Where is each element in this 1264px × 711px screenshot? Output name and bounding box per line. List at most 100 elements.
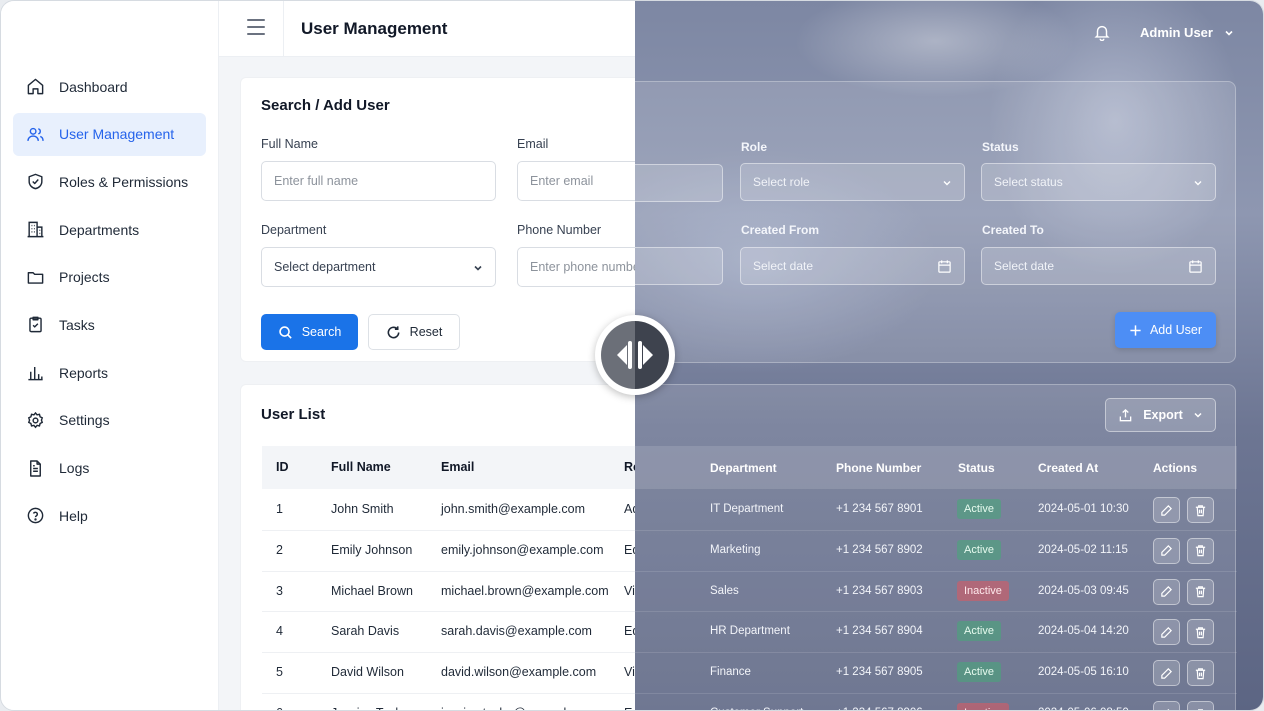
cell-created-at: 2024-05-05 16:10 xyxy=(1038,666,1129,679)
cell-id: 6 xyxy=(276,706,283,710)
column-header-email[interactable]: Email xyxy=(441,460,474,474)
cell-role: Viewer xyxy=(635,585,695,597)
reset-button[interactable]: Reset xyxy=(368,314,460,350)
cell-created-at: 2024-05-06 08:50 xyxy=(1038,707,1129,710)
cell-department: Customer Support xyxy=(710,707,803,710)
compare-slider-handle[interactable] xyxy=(595,315,675,395)
created-to-value: Select date xyxy=(994,259,1055,273)
cell-role-clip: Editor xyxy=(624,706,635,710)
sidebar-item-tasks[interactable]: Tasks xyxy=(13,303,206,346)
shield-icon xyxy=(28,174,43,190)
menu-toggle-icon[interactable] xyxy=(247,19,265,35)
sidebar-item-logs[interactable]: Logs xyxy=(13,447,206,490)
edit-button[interactable] xyxy=(1153,578,1180,605)
column-header-full-name[interactable]: Full Name xyxy=(331,460,391,474)
edit-button[interactable] xyxy=(1153,701,1180,710)
sidebar-item-reports[interactable]: Reports xyxy=(13,351,206,394)
column-header-created-at[interactable]: Created At xyxy=(1038,461,1098,475)
sidebar-item-label: Projects xyxy=(59,269,110,286)
delete-button[interactable] xyxy=(1187,537,1214,564)
cell-created-at: 2024-05-02 11:15 xyxy=(1038,543,1128,556)
email-input-dark[interactable] xyxy=(635,164,723,202)
trash-icon xyxy=(1195,545,1206,557)
sidebar-item-user-management[interactable]: User Management xyxy=(13,112,206,156)
email-label: Email xyxy=(517,137,549,151)
cell-role: Viewer xyxy=(624,665,635,680)
full-name-input[interactable] xyxy=(261,161,496,201)
status-select[interactable]: Select status xyxy=(981,163,1216,201)
edit-icon xyxy=(1161,667,1172,679)
column-header-id[interactable]: ID xyxy=(276,460,289,474)
department-select[interactable]: Select department xyxy=(261,247,496,287)
phone-input-dark[interactable] xyxy=(635,247,723,285)
cell-phone: +1 234 567 8906 xyxy=(836,707,923,710)
cell-role-clip-dark: Editor xyxy=(635,707,695,710)
cell-created-at: 2024-05-01 10:30 xyxy=(1038,503,1129,515)
status-badge: Active xyxy=(957,662,1001,683)
edit-button[interactable] xyxy=(1153,497,1180,523)
edit-button[interactable] xyxy=(1153,537,1180,564)
cell-role-clip-dark: Viewer xyxy=(635,666,695,682)
file-text-icon xyxy=(30,459,41,477)
sidebar-item-label: Tasks xyxy=(59,316,95,333)
bell-icon[interactable] xyxy=(1093,23,1111,41)
sidebar-item-label: Logs xyxy=(59,460,90,476)
column-header-status[interactable]: Status xyxy=(958,461,995,475)
status-label: Status xyxy=(982,140,1019,154)
sidebar-item-roles[interactable]: Roles & Permissions xyxy=(13,160,206,203)
role-select[interactable]: Select role xyxy=(740,163,965,201)
row-divider xyxy=(635,529,1237,531)
sidebar-item-help[interactable]: Help xyxy=(13,494,206,537)
cell-id: 1 xyxy=(276,502,283,516)
user-menu-name[interactable]: Admin User xyxy=(1140,25,1213,40)
edit-icon xyxy=(1166,708,1170,710)
edit-button[interactable] xyxy=(1153,660,1180,687)
chevron-down-icon xyxy=(1194,412,1202,418)
cell-full-name: Emily Johnson xyxy=(331,542,413,557)
column-header-phone[interactable]: Phone Number xyxy=(836,461,921,475)
sidebar-item-projects[interactable]: Projects xyxy=(13,256,206,299)
dark-theme-preview: Admin User Role Select role Status Selec… xyxy=(635,1,1263,710)
calendar-icon xyxy=(1189,260,1202,273)
delete-button[interactable] xyxy=(1187,619,1214,646)
cell-role-clip: Administrator xyxy=(624,502,635,518)
created-to-input[interactable]: Select date xyxy=(981,247,1216,285)
delete-button[interactable] xyxy=(1187,701,1214,710)
topbar-divider xyxy=(283,1,284,57)
user-list-title: User List xyxy=(261,406,326,423)
cell-created-at: 2024-05-04 14:20 xyxy=(1038,625,1129,638)
export-button[interactable]: Export xyxy=(1105,398,1216,432)
cell-email: emily.johnson@example.com xyxy=(441,542,604,557)
edit-icon xyxy=(1161,545,1172,557)
cell-role-clip-dark: Viewer xyxy=(635,585,695,601)
chevron-down-icon[interactable] xyxy=(1224,28,1234,38)
cell-role: Editor xyxy=(635,625,695,637)
role-select-value: Select role xyxy=(753,175,810,189)
clipboard-check-icon xyxy=(29,317,42,333)
edit-icon xyxy=(1161,626,1172,638)
cell-role-clip-dark: Administrator xyxy=(635,503,695,519)
full-name-label: Full Name xyxy=(261,137,318,151)
status-badge: Inactive xyxy=(957,703,1009,710)
sidebar-item-departments[interactable]: Departments xyxy=(13,208,206,251)
column-header-actions: Actions xyxy=(1153,461,1198,475)
cell-role: Viewer xyxy=(635,666,695,678)
delete-button[interactable] xyxy=(1187,660,1214,687)
sidebar-item-dashboard[interactable]: Dashboard xyxy=(13,65,206,108)
cell-id: 4 xyxy=(276,624,283,639)
cell-role-clip-dark: Editor xyxy=(635,544,695,560)
status-badge: Active xyxy=(957,499,1001,519)
row-divider xyxy=(635,611,1237,613)
cell-full-name: David Wilson xyxy=(331,665,404,680)
edit-button[interactable] xyxy=(1153,619,1180,646)
created-from-input[interactable]: Select date xyxy=(740,247,965,285)
sidebar-item-settings[interactable]: Settings xyxy=(13,399,206,442)
search-button[interactable]: Search xyxy=(261,314,358,350)
cell-role: Administrator xyxy=(635,503,695,515)
add-user-button[interactable]: Add User xyxy=(1115,312,1216,348)
column-header-department[interactable]: Department xyxy=(710,461,777,475)
trash-icon xyxy=(1195,667,1206,679)
delete-button[interactable] xyxy=(1187,497,1214,523)
cell-role: Viewer xyxy=(624,583,635,598)
delete-button[interactable] xyxy=(1187,578,1214,605)
